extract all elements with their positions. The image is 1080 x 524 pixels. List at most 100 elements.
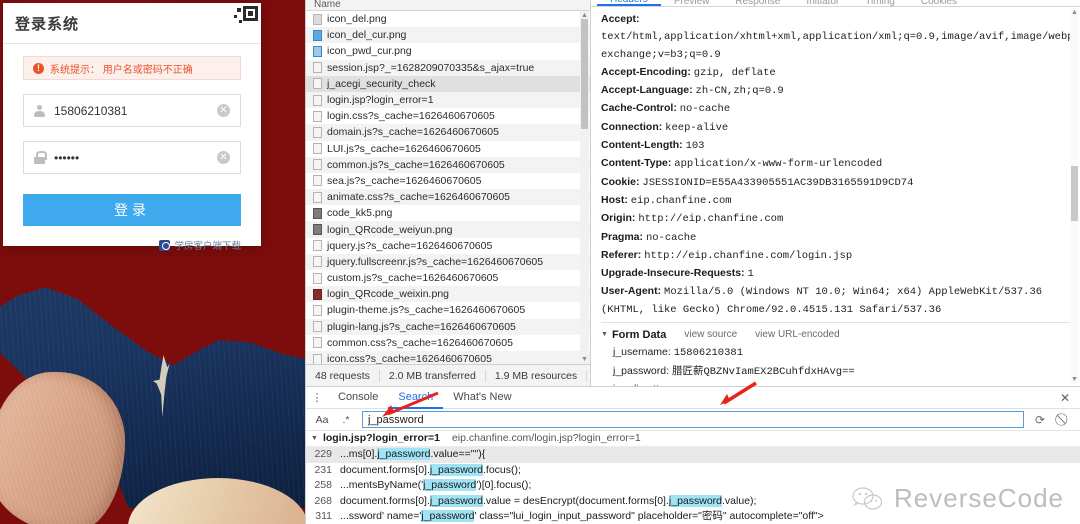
network-row[interactable]: sea.js?s_cache=1626460670605 — [306, 173, 590, 189]
network-row[interactable]: icon.css?s_cache=1626460670605 — [306, 350, 590, 364]
network-row[interactable]: login.css?s_cache=1626460670605 — [306, 108, 590, 124]
header-key: Accept-Encoding: — [601, 65, 694, 78]
network-row-name: icon.css?s_cache=1626460670605 — [327, 353, 492, 364]
scroll-down-icon[interactable]: ▼ — [1070, 375, 1079, 384]
clear-username-icon[interactable]: ✕ — [217, 104, 230, 117]
header-line: Connection: keep-alive — [601, 119, 1070, 137]
network-row[interactable]: icon_del.png — [306, 11, 590, 27]
scroll-down-icon[interactable]: ▼ — [580, 355, 589, 364]
image-file-icon — [313, 45, 322, 57]
login-submit-button[interactable]: 登录 — [23, 194, 241, 226]
username-field[interactable]: ✕ — [23, 94, 241, 127]
network-row-name: login.jsp?login_error=1 — [327, 94, 434, 107]
search-result-row[interactable]: 231 document.forms[0].j_password.focus(); — [306, 463, 1080, 479]
header-line: Cache-Control: no-cache — [601, 100, 1070, 118]
network-row[interactable]: session.jsp?_=1628209070335&s_ajax=true — [306, 59, 590, 76]
chevron-down-icon[interactable]: ▼ — [311, 431, 318, 446]
headers-tab-bar[interactable]: HeadersPreviewResponseInitiatorTimingCoo… — [591, 0, 1080, 7]
result-line-number: 231 — [314, 463, 332, 476]
network-row[interactable]: icon_del_cur.png — [306, 27, 590, 44]
clear-password-icon[interactable]: ✕ — [217, 151, 230, 164]
network-status-item: Finish: 19 — [587, 370, 590, 382]
search-result-row[interactable]: 311 ...ssword' name='j_password' class="l… — [306, 509, 1080, 524]
headers-body: Accept: text/html,application/xhtml+xml,… — [591, 7, 1080, 386]
doc-file-icon — [313, 126, 322, 138]
search-result-file-header[interactable]: ▼ login.jsp?login_error=1 eip.chanfine.c… — [306, 431, 1080, 447]
scrollbar-thumb[interactable] — [1071, 165, 1078, 221]
result-code-snippet: ...mentsByName('j_password')[0].focus(); — [340, 478, 531, 494]
headers-tab-cookies[interactable]: Cookies — [908, 0, 970, 6]
close-icon[interactable]: ✕ — [1058, 391, 1072, 405]
result-match-highlight: j_password — [377, 448, 431, 460]
network-rows-container[interactable]: icon_del.png icon_del_cur.png icon_pwd_cur… — [306, 11, 590, 364]
form-data-section-header[interactable]: ▼ Form Data view source view URL-encoded — [601, 322, 1070, 344]
header-line: Content-Length: 103 — [601, 137, 1070, 155]
qr-code-icon[interactable] — [227, 3, 261, 35]
network-row[interactable]: custom.js?s_cache=1626460670605 — [306, 270, 590, 286]
form-data-field: j_password: 腊匠薪QBZNvIamEX2BCuhfdxHAvg== — [601, 363, 1070, 382]
network-row[interactable]: login_QRcode_weixin.png — [306, 286, 590, 303]
password-input[interactable] — [54, 150, 217, 165]
network-row[interactable]: plugin-theme.js?s_cache=1626460670605 — [306, 302, 590, 318]
form-field-key: j_username: — [613, 346, 674, 359]
regex-button[interactable]: .* — [338, 414, 354, 426]
view-url-encoded-link[interactable]: view URL-encoded — [755, 326, 840, 344]
form-field-key: j_redirectto: — [613, 383, 668, 386]
network-row[interactable]: domain.js?s_cache=1626460670605 — [306, 124, 590, 141]
more-vertical-icon[interactable]: ⋮ — [306, 391, 328, 404]
network-row[interactable]: login.jsp?login_error=1 — [306, 91, 590, 109]
clear-icon[interactable]: ⃠ — [1056, 412, 1072, 427]
headers-tab-headers[interactable]: Headers — [597, 0, 661, 6]
header-key: Pragma: — [601, 230, 646, 243]
refresh-icon[interactable]: ⟳ — [1032, 413, 1048, 427]
header-value: 103 — [685, 140, 705, 153]
drawer-tab-console[interactable]: Console — [328, 387, 388, 409]
headers-scrollbar[interactable]: ▲ ▼ — [1070, 8, 1079, 384]
network-row-name: code_kk5.png — [327, 207, 393, 220]
network-row[interactable]: icon_pwd_cur.png — [306, 43, 590, 59]
search-result-row[interactable]: 258 ...mentsByName('j_password')[0].focus… — [306, 478, 1080, 494]
scroll-up-icon[interactable]: ▲ — [1070, 8, 1079, 17]
network-row[interactable]: jquery.fullscreenr.js?s_cache=1626460670… — [306, 253, 590, 270]
client-download-link[interactable]: 学房客户端下载 — [3, 238, 241, 252]
network-row-name: sea.js?s_cache=1626460670605 — [327, 174, 482, 187]
scrollbar-thumb[interactable] — [581, 19, 588, 129]
header-key: Content-Length: — [601, 139, 686, 152]
network-row[interactable]: login_QRcode_weiyun.png — [306, 221, 590, 238]
header-line: Accept-Encoding: gzip, deflate — [601, 64, 1070, 82]
header-key: User-Agent: — [601, 285, 665, 298]
network-row[interactable]: common.css?s_cache=1626460670605 — [306, 335, 590, 351]
search-result-row[interactable]: 229 ...ms[0].j_password.value==""){ — [306, 447, 1080, 463]
username-input[interactable] — [54, 103, 217, 118]
search-input[interactable] — [362, 411, 1024, 428]
network-row[interactable]: code_kk5.png — [306, 205, 590, 221]
header-key: Host: — [601, 193, 631, 206]
result-code-snippet: ...ms[0].j_password.value==""){ — [340, 447, 485, 463]
network-row[interactable]: jquery.js?s_cache=1626460670605 — [306, 238, 590, 254]
headers-tab-timing[interactable]: Timing — [852, 0, 908, 6]
search-result-row[interactable]: 268 document.forms[0].j_password.value = … — [306, 494, 1080, 510]
headers-tab-preview[interactable]: Preview — [661, 0, 723, 6]
network-row[interactable]: LUI.js?s_cache=1626460670605 — [306, 141, 590, 157]
drawer-tab-what-s-new[interactable]: What's New — [443, 387, 521, 409]
drawer-tab-search[interactable]: Search — [388, 387, 444, 409]
network-list-scrollbar[interactable]: ▲ ▼ — [580, 11, 589, 364]
result-code-text: ')[0].focus(); — [476, 479, 532, 491]
headers-tab-initiator[interactable]: Initiator — [793, 0, 852, 6]
client-download-label: 学房客户端下载 — [174, 241, 241, 252]
result-code-text: ' class="lui_login_input_password" place… — [474, 510, 824, 522]
network-row[interactable]: plugin-lang.js?s_cache=1626460670605 — [306, 318, 590, 335]
view-source-link[interactable]: view source — [684, 326, 737, 344]
result-code-text: .value==""){ — [430, 448, 486, 460]
chevron-down-icon[interactable]: ▼ — [601, 326, 608, 344]
network-row-name: plugin-theme.js?s_cache=1626460670605 — [327, 304, 526, 317]
doc-file-icon — [313, 159, 322, 171]
headers-tab-response[interactable]: Response — [722, 0, 793, 6]
lock-icon — [24, 151, 54, 164]
network-row[interactable]: animate.css?s_cache=1626460670605 — [306, 189, 590, 206]
network-row[interactable]: common.js?s_cache=1626460670605 — [306, 156, 590, 173]
password-field[interactable]: ✕ — [23, 141, 241, 174]
match-case-button[interactable]: Aa — [314, 414, 330, 426]
result-code-text: ...mentsByName(' — [340, 479, 424, 491]
network-row[interactable]: j_acegi_security_check — [306, 75, 590, 92]
